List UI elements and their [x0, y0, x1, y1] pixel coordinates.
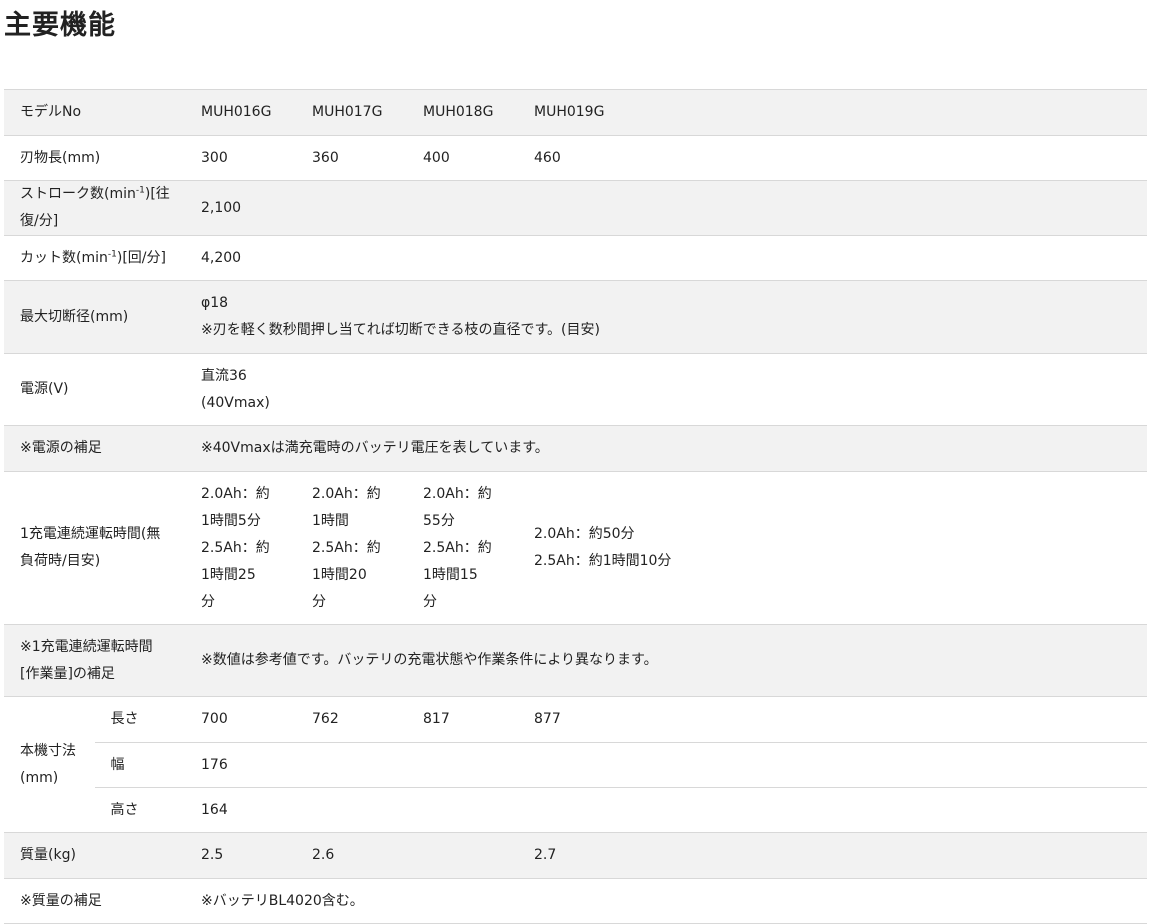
value-cell: 176	[185, 742, 1147, 788]
table-row-dim-length: 本機寸法(mm) 長さ 700 762 817 877	[4, 696, 1147, 833]
table-row-power-note: ※電源の補足 ※40Vmaxは満充電時のバッテリ電圧を表しています。	[4, 425, 1147, 472]
table-row-runtime: 1充電連続運転時間(無負荷時/目安) 2.0Ah：約 1時間5分 2.5Ah：約…	[4, 471, 1147, 625]
runtime-line: 2.0Ah：約	[312, 485, 381, 502]
runtime-line: 2.5Ah：約	[312, 539, 381, 556]
value-cell: ※数値は参考値です。バッテリの充電状態や作業条件により異なります。	[185, 624, 1147, 697]
table-row-dim-height: 高さ 164	[4, 787, 1147, 833]
superscript: -1	[107, 248, 117, 259]
value-cell: 700	[185, 696, 296, 743]
value-cell: 4,200	[185, 235, 1147, 281]
power-line: (40Vmax)	[201, 394, 270, 411]
runtime-cell: 2.0Ah：約 1時間 2.5Ah：約 1時間20 分	[296, 471, 407, 625]
spec-table: モデルNo MUH016G MUH017G MUH018G MUH019G 刃物…	[4, 89, 1147, 924]
value-cell: 2.5	[185, 832, 296, 879]
row-label-stroke: ストローク数(min-1)[往復/分]	[4, 180, 185, 236]
runtime-line: 2.5Ah：約	[201, 539, 270, 556]
page-title: 主要機能	[4, 10, 116, 41]
row-label-dimensions: 本機寸法(mm)	[4, 696, 95, 833]
row-label-blade-length: 刃物長(mm)	[4, 135, 185, 181]
value-cell: φ18 ※刃を軽く数秒間押し当てれば切断できる枝の直径です。(目安)	[185, 280, 1147, 354]
runtime-line: 2.0Ah：約50分	[534, 526, 635, 542]
model-cell: MUH017G	[296, 89, 407, 136]
model-cell: MUH018G	[407, 89, 518, 136]
runtime-line: 1時間5分	[201, 512, 261, 529]
table-row-model: モデルNo MUH016G MUH017G MUH018G MUH019G	[4, 89, 1147, 136]
runtime-cell: 2.0Ah：約 1時間5分 2.5Ah：約 1時間25 分	[185, 471, 296, 625]
value-cell: 877	[518, 696, 1147, 743]
row-label-cut: カット数(min-1)[回/分]	[4, 235, 185, 281]
value-cell: ※40Vmaxは満充電時のバッテリ電圧を表しています。	[185, 425, 1147, 472]
value-cell: 164	[185, 787, 1147, 833]
value-cell: 2.6	[296, 832, 407, 879]
row-label-runtime: 1充電連続運転時間(無負荷時/目安)	[4, 471, 185, 625]
label-text: )[回/分]	[116, 249, 166, 266]
runtime-cell: 2.0Ah：約 55分 2.5Ah：約 1時間15 分	[407, 471, 518, 625]
runtime-line: 1時間20	[312, 566, 367, 583]
value-cell	[407, 832, 518, 879]
value-cell: 460	[518, 135, 1147, 181]
row-label-power-note: ※電源の補足	[4, 425, 185, 472]
row-label-runtime-note: ※1充電連続運転時間[作業量]の補足	[4, 624, 185, 697]
runtime-line: 55分	[423, 512, 455, 529]
row-label-weight-note: ※質量の補足	[4, 878, 185, 924]
superscript: -1	[135, 185, 145, 196]
runtime-line: 分	[201, 593, 215, 610]
runtime-line: 2.5Ah：約	[423, 539, 492, 556]
table-row-dim-width: 幅 176	[4, 742, 1147, 788]
value-cell: ※バッテリBL4020含む。	[185, 878, 1147, 924]
row-label-power: 電源(V)	[4, 353, 185, 426]
runtime-line: 分	[312, 593, 326, 610]
row-label-weight: 質量(kg)	[4, 832, 185, 879]
max-cut-note: ※刃を軽く数秒間押し当てれば切断できる枝の直径です。(目安)	[201, 322, 600, 338]
value-cell: 2.7	[518, 832, 1147, 879]
table-row-weight: 質量(kg) 2.5 2.6 2.7	[4, 832, 1147, 879]
runtime-line: 分	[423, 593, 437, 610]
value-cell: 400	[407, 135, 518, 181]
table-row-runtime-note: ※1充電連続運転時間[作業量]の補足 ※数値は参考値です。バッテリの充電状態や作…	[4, 624, 1147, 697]
table-row-power: 電源(V) 直流36 (40Vmax)	[4, 353, 1147, 426]
table-row-weight-note: ※質量の補足 ※バッテリBL4020含む。	[4, 878, 1147, 924]
label-text: カット数(min	[20, 249, 108, 266]
runtime-line: 1時間	[312, 512, 349, 529]
value-cell: 817	[407, 696, 518, 743]
table-row-cut: カット数(min-1)[回/分] 4,200	[4, 235, 1147, 281]
value-cell: 2,100	[185, 180, 1147, 236]
label-text: ストローク数(min	[20, 186, 136, 202]
runtime-line: 2.5Ah：約1時間10分	[534, 553, 672, 569]
value-cell: 360	[296, 135, 407, 181]
runtime-line: 2.0Ah：約	[423, 485, 492, 502]
row-label-max-cut: 最大切断径(mm)	[4, 280, 185, 354]
value-cell: 300	[185, 135, 296, 181]
model-cell: MUH019G	[518, 89, 1147, 136]
table-row-stroke: ストローク数(min-1)[往復/分] 2,100	[4, 180, 1147, 236]
runtime-line: 1時間15	[423, 566, 478, 583]
model-cell: MUH016G	[185, 89, 296, 136]
power-line: 直流36	[201, 367, 247, 384]
table-row-max-cut: 最大切断径(mm) φ18 ※刃を軽く数秒間押し当てれば切断できる枝の直径です。…	[4, 280, 1147, 354]
value-cell: 762	[296, 696, 407, 743]
value-cell: 直流36 (40Vmax)	[185, 353, 1147, 426]
max-cut-value: φ18	[201, 295, 229, 311]
sub-label-width: 幅	[94, 742, 185, 788]
sub-label-height: 高さ	[94, 787, 185, 833]
table-row-blade-length: 刃物長(mm) 300 360 400 460	[4, 135, 1147, 181]
runtime-cell: 2.0Ah：約50分 2.5Ah：約1時間10分	[518, 471, 1147, 625]
sub-label-length: 長さ	[94, 696, 185, 743]
runtime-line: 1時間25	[201, 566, 256, 583]
row-label-model: モデルNo	[4, 89, 185, 136]
runtime-line: 2.0Ah：約	[201, 485, 270, 502]
